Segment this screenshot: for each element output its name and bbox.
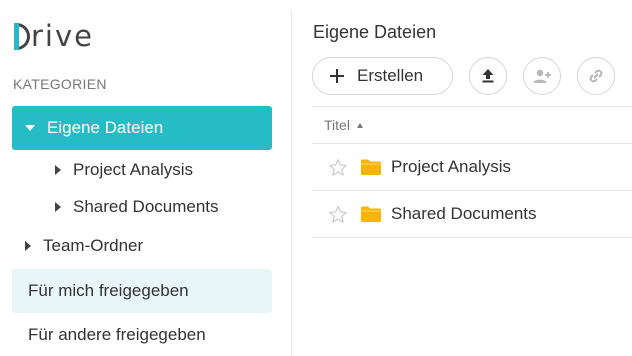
caret-down-icon <box>25 125 35 131</box>
share-user-button[interactable] <box>523 57 561 95</box>
categories-label: KATEGORIEN <box>13 76 107 92</box>
sidebar-item-label: Project Analysis <box>73 160 193 179</box>
logo-text: rive <box>31 18 94 53</box>
sidebar-item-label: Eigene Dateien <box>47 118 164 137</box>
file-name: Shared Documents <box>391 204 537 223</box>
upload-icon <box>480 68 496 84</box>
link-icon <box>587 67 605 85</box>
folder-icon <box>360 205 382 223</box>
file-name: Project Analysis <box>391 157 511 176</box>
sidebar: rive KATEGORIEN Eigene Dateien Project A… <box>0 0 291 356</box>
sidebar-item-label: Team-Ordner <box>43 236 144 255</box>
toolbar-divider <box>312 106 632 107</box>
page-title: Eigene Dateien <box>313 22 437 42</box>
folder-icon <box>360 158 382 176</box>
sidebar-item-shared-documents[interactable]: Shared Documents <box>55 192 219 222</box>
sidebar-item-label: Für mich freigegeben <box>28 281 189 300</box>
upload-button[interactable] <box>469 57 507 95</box>
sidebar-item-project-analysis[interactable]: Project Analysis <box>55 155 193 185</box>
sidebar-item-label: Für andere freigegeben <box>28 325 206 344</box>
add-user-icon <box>532 68 552 84</box>
star-icon[interactable] <box>328 158 348 177</box>
sidebar-item-fuer-mich-freigegeben[interactable]: Für mich freigegeben <box>12 269 272 313</box>
caret-right-icon <box>25 241 31 251</box>
sidebar-divider <box>291 10 292 356</box>
create-button[interactable]: Erstellen <box>312 57 453 95</box>
row-divider <box>312 237 632 238</box>
copy-link-button[interactable] <box>577 57 615 95</box>
caret-right-icon <box>55 202 61 212</box>
file-row[interactable]: Project Analysis <box>312 144 632 190</box>
plus-icon <box>330 69 344 83</box>
sidebar-item-label: Shared Documents <box>73 197 219 216</box>
drive-logo[interactable]: rive <box>14 18 94 54</box>
sidebar-item-fuer-andere-freigegeben[interactable]: Für andere freigegeben <box>28 325 206 345</box>
sidebar-item-eigene-dateien[interactable]: Eigene Dateien <box>12 106 272 150</box>
file-row[interactable]: Shared Documents <box>312 191 632 237</box>
column-header-title[interactable]: Titel <box>324 117 363 133</box>
column-header-label: Titel <box>324 117 350 133</box>
caret-right-icon <box>55 165 61 175</box>
sort-ascending-icon <box>356 122 363 128</box>
star-icon[interactable] <box>328 205 348 224</box>
sidebar-item-team-ordner[interactable]: Team-Ordner <box>25 231 143 261</box>
toolbar: Erstellen <box>312 57 615 95</box>
logo-d-mark <box>14 22 30 50</box>
create-button-label: Erstellen <box>357 66 424 85</box>
